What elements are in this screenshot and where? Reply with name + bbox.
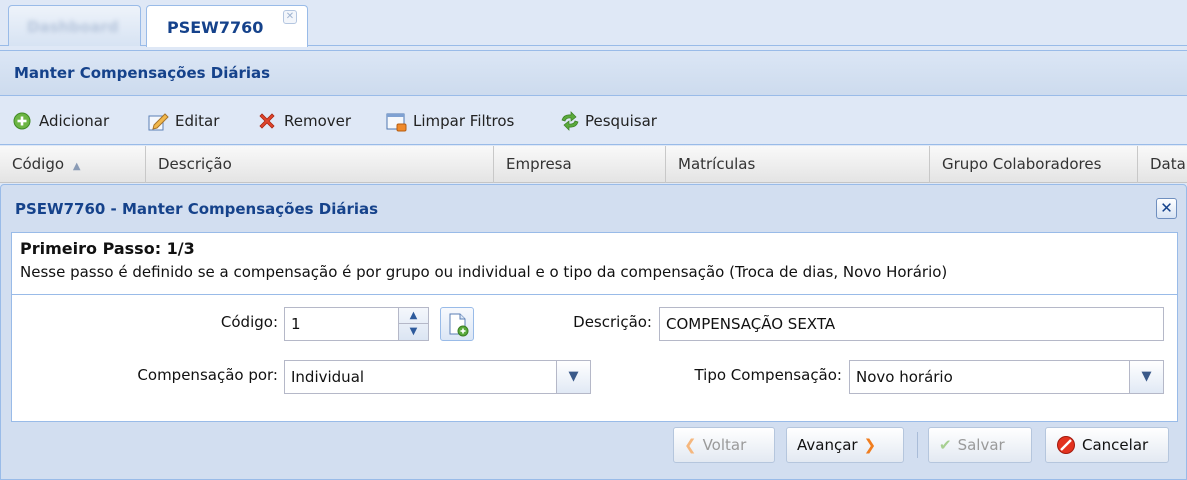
step-title: Primeiro Passo: 1/3 <box>20 239 195 258</box>
remove-button-label: Remover <box>284 112 352 130</box>
panel-title: Manter Compensações Diárias <box>14 64 271 82</box>
tab-bar: Dashboard PSEW7760 ✕ <box>0 0 1187 47</box>
button-separator <box>917 432 918 458</box>
codigo-spinner[interactable]: ▲ ▼ <box>399 307 429 341</box>
cancel-icon <box>1056 435 1076 455</box>
edit-button[interactable]: Editar <box>148 109 219 133</box>
compensacao-por-label: Compensação por: <box>137 366 278 384</box>
descricao-label: Descrição: <box>573 313 652 331</box>
back-button[interactable]: ❮ Voltar <box>673 427 775 463</box>
add-button-label: Adicionar <box>39 112 110 130</box>
toolbar: Adicionar Editar Remover Limpar Filtros … <box>0 97 1187 145</box>
remove-button[interactable]: Remover <box>257 109 351 133</box>
column-header-descricao-label: Descrição <box>158 155 232 173</box>
cancel-button[interactable]: Cancelar <box>1045 427 1169 463</box>
add-button[interactable]: Adicionar <box>12 109 109 133</box>
column-header-codigo[interactable]: Código ▲ <box>0 146 146 183</box>
clear-filters-button[interactable]: Limpar Filtros <box>386 109 514 133</box>
sort-asc-icon: ▲ <box>72 161 81 172</box>
column-header-grupo-label: Grupo Colaboradores <box>942 155 1102 173</box>
panel-header: Manter Compensações Diárias <box>0 50 1187 96</box>
column-header-matriculas-label: Matrículas <box>678 155 756 173</box>
dialog-body: Primeiro Passo: 1/3 Nesse passo é defini… <box>11 232 1178 422</box>
chevron-right-icon: ❯ <box>863 436 877 454</box>
descricao-input[interactable]: COMPENSAÇÃO SEXTA <box>659 307 1164 341</box>
search-button[interactable]: Pesquisar <box>558 109 657 133</box>
chevron-down-icon[interactable]: ▼ <box>557 360 591 394</box>
column-header-data[interactable]: Data <box>1138 146 1187 183</box>
column-header-descricao[interactable]: Descrição <box>146 146 494 183</box>
chevron-down-icon[interactable]: ▼ <box>1130 360 1164 394</box>
save-button[interactable]: ✔ Salvar <box>928 427 1032 463</box>
search-button-label: Pesquisar <box>585 112 657 130</box>
clear-filters-label: Limpar Filtros <box>413 112 515 130</box>
edit-button-label: Editar <box>175 112 220 130</box>
back-button-label: Voltar <box>702 436 747 454</box>
check-icon: ✔ <box>939 436 952 454</box>
tipo-compensacao-label: Tipo Compensação: <box>694 366 842 384</box>
remove-icon <box>257 111 277 131</box>
dialog-title: PSEW7760 - Manter Compensações Diárias <box>15 200 379 218</box>
cancel-button-label: Cancelar <box>1082 436 1149 454</box>
new-code-button[interactable] <box>440 307 474 341</box>
chevron-left-icon: ❮ <box>684 436 697 454</box>
column-header-data-label: Data <box>1150 155 1186 173</box>
add-icon <box>12 111 32 131</box>
column-header-codigo-label: Código <box>12 155 65 173</box>
next-button[interactable]: Avançar ❯ <box>786 427 904 463</box>
tab-psew7760[interactable]: PSEW7760 ✕ <box>146 5 308 47</box>
new-document-icon <box>449 313 469 337</box>
tab-dashboard[interactable]: Dashboard <box>8 5 141 46</box>
tipo-compensacao-select[interactable]: Novo horário <box>849 360 1130 394</box>
save-button-label: Salvar <box>957 436 1005 454</box>
tab-dashboard-label: Dashboard <box>27 18 119 36</box>
column-header-empresa-label: Empresa <box>506 155 572 173</box>
tab-psew7760-label: PSEW7760 <box>167 18 264 37</box>
column-header-empresa[interactable]: Empresa <box>494 146 666 183</box>
column-header-grupo[interactable]: Grupo Colaboradores <box>930 146 1138 183</box>
spin-up-icon[interactable]: ▲ <box>399 308 428 324</box>
spin-down-icon[interactable]: ▼ <box>399 324 428 340</box>
step-description: Nesse passo é definido se a compensação … <box>20 263 948 281</box>
tab-close-icon[interactable]: ✕ <box>283 10 297 24</box>
edit-icon <box>148 111 169 131</box>
compensacao-por-select[interactable]: Individual <box>284 360 557 394</box>
codigo-label: Código: <box>220 313 278 331</box>
column-header-matriculas[interactable]: Matrículas <box>666 146 930 183</box>
next-button-label: Avançar <box>797 436 858 454</box>
refresh-icon <box>558 111 579 131</box>
close-icon[interactable]: ✕ <box>1156 198 1177 219</box>
codigo-input[interactable]: 1 <box>284 307 399 341</box>
clear-filters-icon <box>386 111 407 132</box>
grid-header: Código ▲ Descrição Empresa Matrículas Gr… <box>0 146 1187 183</box>
step-header: Primeiro Passo: 1/3 Nesse passo é defini… <box>12 233 1177 295</box>
